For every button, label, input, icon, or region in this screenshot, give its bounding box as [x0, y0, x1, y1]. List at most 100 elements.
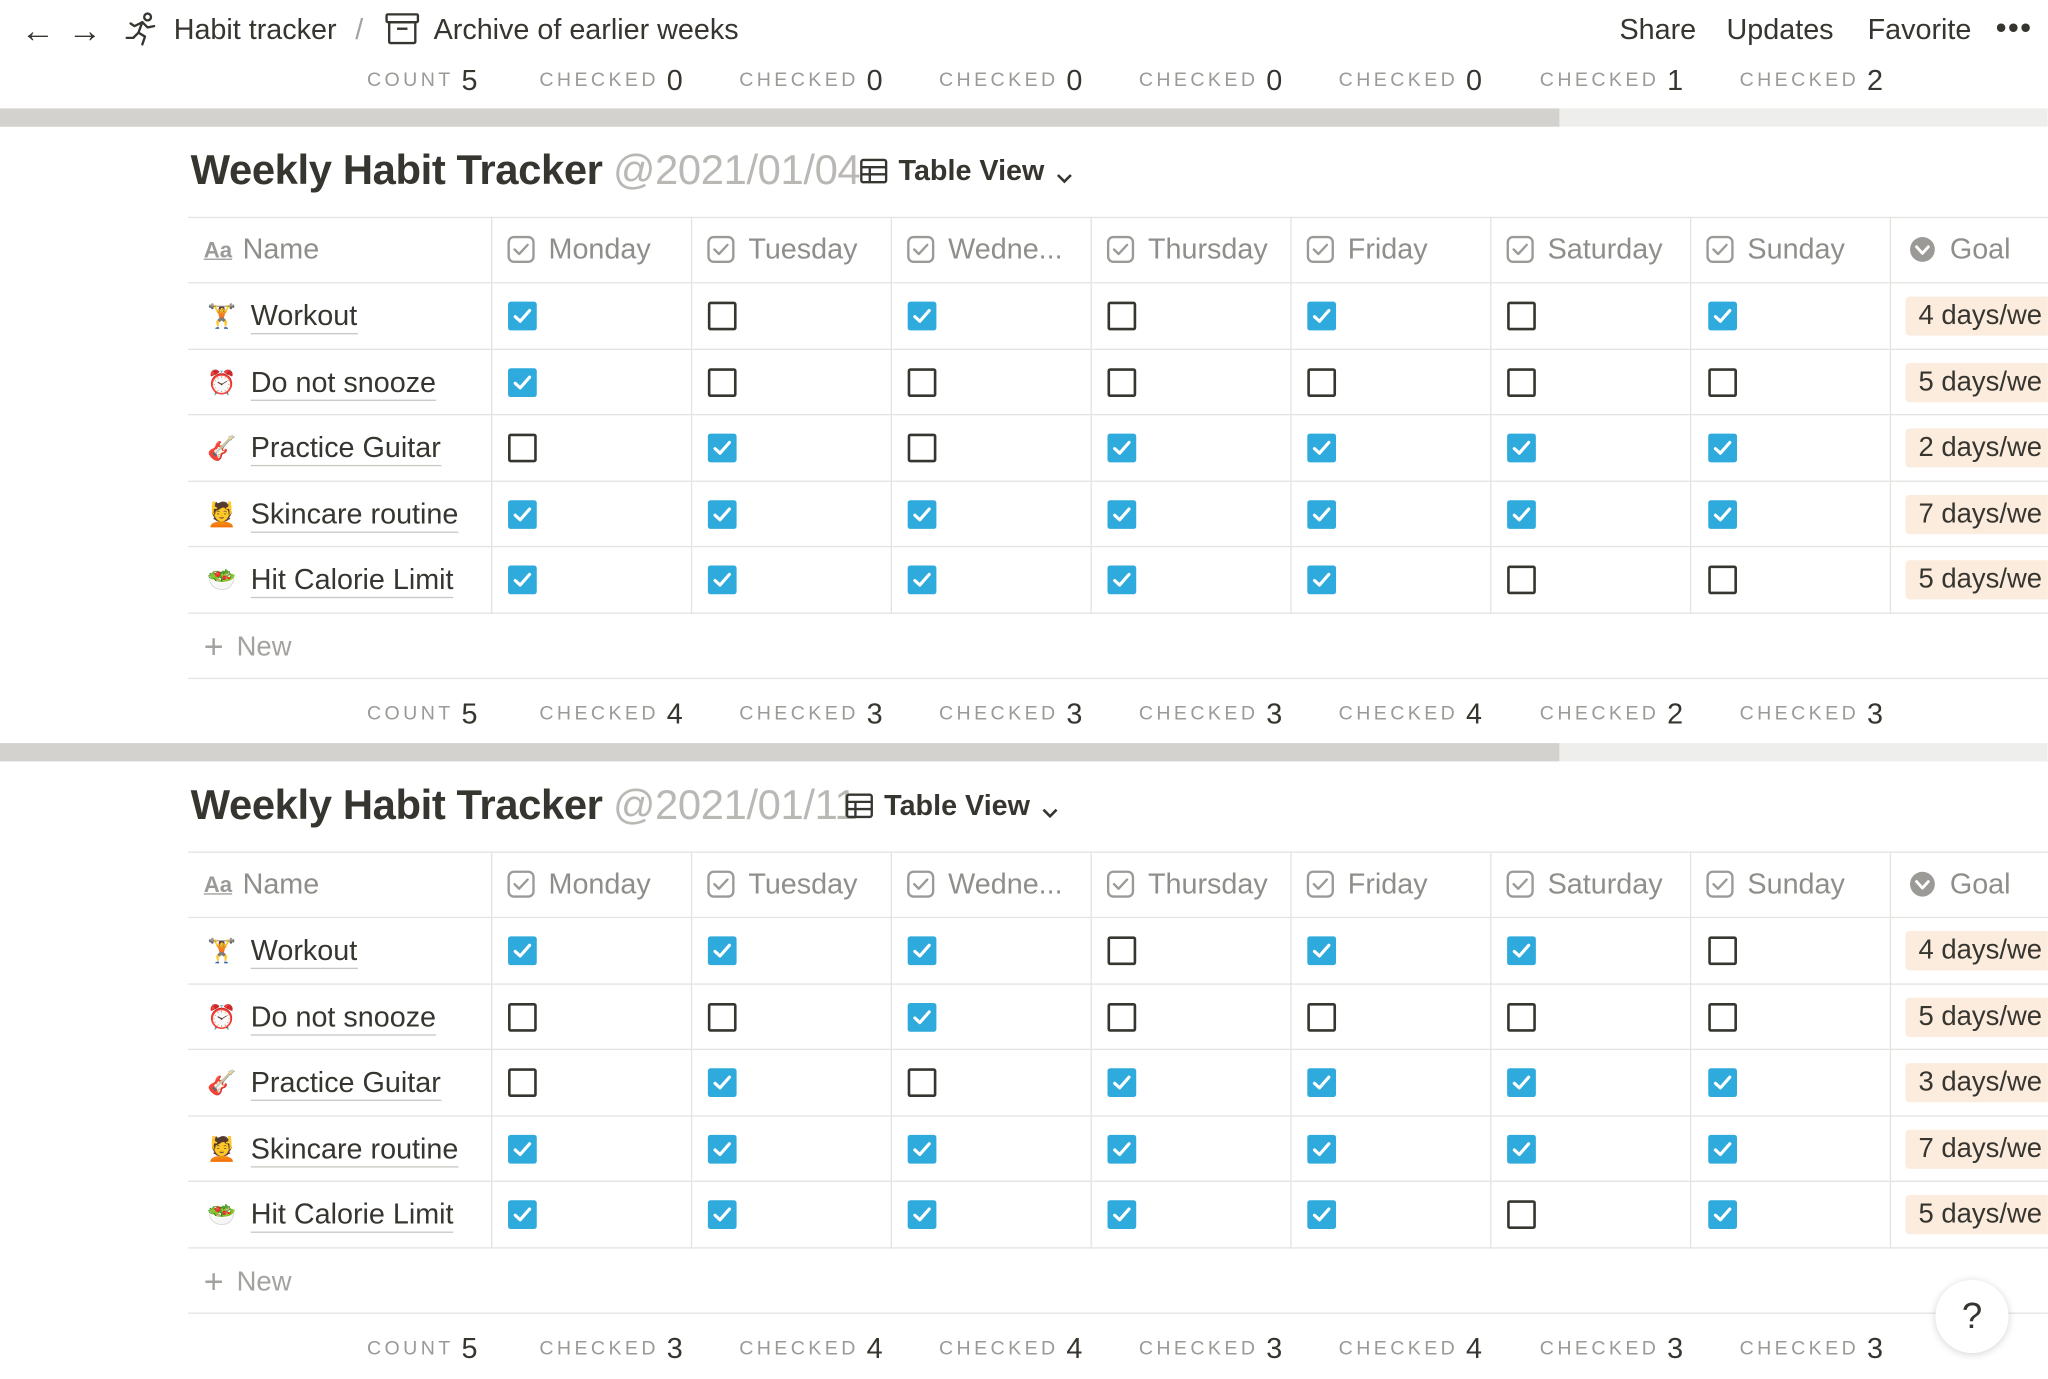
count-summary[interactable]: COUNT 5 — [367, 691, 477, 738]
checkbox-checked[interactable] — [1307, 566, 1337, 595]
checked-summary[interactable]: CHECKED 4 — [939, 1326, 1082, 1373]
habit-name-cell[interactable]: 🥗 Hit Calorie Limit — [206, 548, 454, 613]
checkbox-unchecked[interactable] — [1507, 1002, 1536, 1032]
goal-tag[interactable]: 5 days/we — [1905, 1195, 2048, 1235]
habit-name[interactable]: Do not snooze — [250, 999, 437, 1036]
checkbox-checked[interactable] — [1708, 433, 1737, 463]
habit-name[interactable]: Practice Guitar — [250, 1065, 441, 1102]
habit-name[interactable]: Skincare routine — [250, 1132, 459, 1168]
habit-name-cell[interactable]: 💆 Skincare routine — [206, 1116, 459, 1181]
column-header-goal[interactable]: Goal — [1908, 217, 2011, 282]
goal-tag[interactable]: 4 days/we — [1905, 296, 2048, 336]
checkbox-unchecked[interactable] — [907, 1068, 937, 1098]
tracker-date[interactable]: @2021/01/04 — [613, 146, 861, 193]
checkbox-unchecked[interactable] — [1708, 367, 1737, 397]
goal-tag[interactable]: 5 days/we — [1905, 362, 2048, 402]
habit-name-cell[interactable]: 🎸 Practice Guitar — [206, 1050, 441, 1115]
column-header-day[interactable]: Wedne... — [906, 217, 1063, 282]
column-header-day[interactable]: Monday — [507, 852, 651, 917]
habit-name-cell[interactable]: 🏋 Workout — [206, 918, 358, 983]
column-header-day[interactable]: Sunday — [1706, 852, 1845, 917]
forward-arrow-icon[interactable]: → — [65, 10, 104, 49]
checkbox-unchecked[interactable] — [1307, 1002, 1337, 1032]
goal-tag[interactable]: 5 days/we — [1905, 997, 2048, 1037]
habit-name[interactable]: Practice Guitar — [250, 431, 441, 467]
checkbox-checked[interactable] — [508, 367, 537, 397]
count-summary[interactable]: COUNT 5 — [367, 1326, 477, 1373]
checkbox-checked[interactable] — [1107, 1134, 1137, 1164]
checkbox-checked[interactable] — [1507, 1134, 1536, 1164]
checkbox-checked[interactable] — [508, 1200, 537, 1230]
goal-tag[interactable]: 4 days/we — [1905, 931, 2048, 971]
checkbox-unchecked[interactable] — [907, 433, 937, 463]
checked-summary[interactable]: CHECKED 0 — [739, 57, 882, 104]
checkbox-checked[interactable] — [707, 1200, 737, 1230]
breadcrumb-archive[interactable]: Archive of earlier weeks — [434, 13, 739, 47]
habit-name-cell[interactable]: 🥗 Hit Calorie Limit — [206, 1182, 454, 1247]
checkbox-unchecked[interactable] — [1307, 367, 1337, 397]
checkbox-checked[interactable] — [1708, 301, 1737, 331]
table-view-switch[interactable]: Table View — [859, 154, 1083, 188]
checked-summary[interactable]: CHECKED 3 — [939, 691, 1082, 738]
checked-summary[interactable]: CHECKED 3 — [1540, 1326, 1683, 1373]
checked-summary[interactable]: CHECKED 3 — [1740, 1326, 1883, 1373]
checkbox-unchecked[interactable] — [707, 367, 737, 397]
checked-summary[interactable]: CHECKED 4 — [1339, 691, 1482, 738]
checkbox-checked[interactable] — [907, 566, 937, 595]
checkbox-checked[interactable] — [1708, 499, 1737, 529]
checkbox-checked[interactable] — [707, 566, 737, 595]
add-new-row-button[interactable]: + New — [204, 614, 292, 679]
checkbox-checked[interactable] — [1708, 1134, 1737, 1164]
habit-name-cell[interactable]: 💆 Skincare routine — [206, 482, 459, 547]
checkbox-checked[interactable] — [907, 499, 937, 529]
checkbox-checked[interactable] — [907, 1002, 937, 1032]
breadcrumb-habit-tracker[interactable]: Habit tracker — [174, 13, 337, 47]
checkbox-checked[interactable] — [1307, 499, 1337, 529]
checked-summary[interactable]: CHECKED 0 — [939, 57, 1082, 104]
checkbox-unchecked[interactable] — [707, 1002, 737, 1032]
checkbox-checked[interactable] — [1107, 1200, 1137, 1230]
share-button[interactable]: Share — [1619, 13, 1696, 47]
column-header-day[interactable]: Thursday — [1106, 217, 1268, 282]
checkbox-unchecked[interactable] — [1708, 936, 1737, 966]
habit-name[interactable]: Hit Calorie Limit — [250, 563, 454, 599]
checkbox-checked[interactable] — [1507, 499, 1536, 529]
checkbox-checked[interactable] — [1507, 936, 1536, 966]
checkbox-checked[interactable] — [707, 936, 737, 966]
checked-summary[interactable]: CHECKED 4 — [1339, 1326, 1482, 1373]
checkbox-checked[interactable] — [907, 1200, 937, 1230]
column-header-day[interactable]: Friday — [1306, 852, 1428, 917]
column-header-day[interactable]: Saturday — [1506, 852, 1663, 917]
checkbox-checked[interactable] — [707, 433, 737, 463]
checked-summary[interactable]: CHECKED 0 — [1339, 57, 1482, 104]
checkbox-checked[interactable] — [907, 1134, 937, 1164]
habit-name[interactable]: Workout — [250, 933, 358, 970]
checkbox-checked[interactable] — [1307, 936, 1337, 966]
checkbox-unchecked[interactable] — [1107, 301, 1137, 331]
goal-tag[interactable]: 5 days/we — [1905, 560, 2048, 600]
checked-summary[interactable]: CHECKED 4 — [739, 1326, 882, 1373]
column-header-day[interactable]: Monday — [507, 217, 651, 282]
checked-summary[interactable]: CHECKED 0 — [1139, 57, 1282, 104]
habit-name[interactable]: Skincare routine — [250, 497, 459, 533]
checkbox-unchecked[interactable] — [1708, 566, 1737, 595]
checkbox-unchecked[interactable] — [508, 433, 537, 463]
checkbox-unchecked[interactable] — [707, 301, 737, 331]
checkbox-checked[interactable] — [1307, 301, 1337, 331]
scrollbar-thumb[interactable] — [0, 743, 1560, 762]
column-header-goal[interactable]: Goal — [1908, 852, 2011, 917]
horizontal-scrollbar[interactable] — [0, 108, 2048, 127]
checkbox-checked[interactable] — [508, 936, 537, 966]
tracker-date[interactable]: @2021/01/11 — [613, 781, 858, 828]
checked-summary[interactable]: CHECKED 3 — [1139, 691, 1282, 738]
checkbox-unchecked[interactable] — [1507, 367, 1536, 397]
checkbox-unchecked[interactable] — [1107, 367, 1137, 397]
checkbox-checked[interactable] — [508, 499, 537, 529]
column-header-day[interactable]: Sunday — [1706, 217, 1845, 282]
checked-summary[interactable]: CHECKED 2 — [1740, 57, 1883, 104]
checkbox-unchecked[interactable] — [1107, 1002, 1137, 1032]
help-button[interactable]: ? — [1935, 1279, 2009, 1354]
checked-summary[interactable]: CHECKED 1 — [1540, 57, 1683, 104]
checkbox-checked[interactable] — [1107, 1068, 1137, 1098]
checkbox-unchecked[interactable] — [508, 1002, 537, 1032]
